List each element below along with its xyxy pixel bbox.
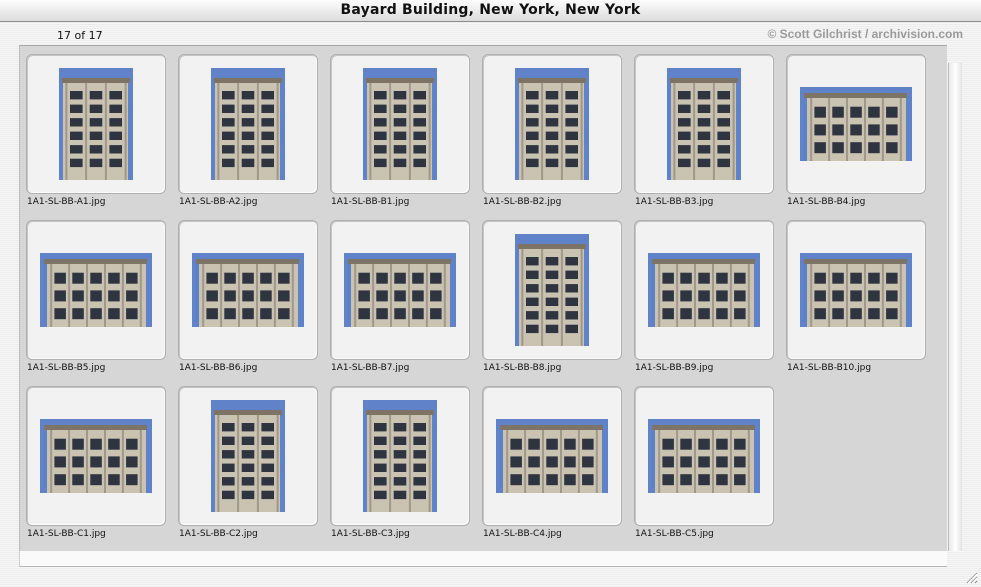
slide-frame[interactable] [178,386,318,526]
thumbnail-item[interactable]: 1A1-SL-BB-B2.jpg [482,54,622,220]
thumbnail-image[interactable] [667,68,741,180]
image-count: 17 of 17 [57,29,103,42]
slide-frame[interactable] [330,386,470,526]
copyright-credit: © Scott Gilchrist / archivision.com [767,27,963,41]
window-title: Bayard Building, New York, New York [340,2,641,18]
slide-frame[interactable] [178,220,318,360]
slide-frame[interactable] [330,54,470,194]
thumbnail-item[interactable]: 1A1-SL-BB-A1.jpg [26,54,166,220]
vertical-scrollbar[interactable] [948,63,962,551]
thumbnail-image[interactable] [192,253,304,327]
thumbnail-item[interactable]: 1A1-SL-BB-C5.jpg [634,386,774,552]
slide-frame[interactable] [786,220,926,360]
thumbnail-filename: 1A1-SL-BB-A2.jpg [179,197,258,207]
thumbnail-item[interactable]: 1A1-SL-BB-B10.jpg [786,220,926,386]
thumbnail-image[interactable] [515,68,589,180]
thumbnail-grid: 1A1-SL-BB-A1.jpg 1A1-SL-BB-A2.jpg 1A1-SL-B… [26,54,926,552]
thumbnail-item[interactable]: 1A1-SL-BB-C2.jpg [178,386,318,552]
slide-frame[interactable] [26,386,166,526]
thumbnail-item[interactable]: 1A1-SL-BB-B1.jpg [330,54,470,220]
thumbnail-filename: 1A1-SL-BB-A1.jpg [27,197,106,207]
slide-frame[interactable] [26,220,166,360]
thumbnail-item[interactable]: 1A1-SL-BB-B8.jpg [482,220,622,386]
thumbnail-filename: 1A1-SL-BB-B5.jpg [27,363,106,373]
thumbnail-image[interactable] [648,253,760,327]
thumbnail-image[interactable] [40,419,152,493]
thumbnail-item[interactable]: 1A1-SL-BB-B4.jpg [786,54,926,220]
thumbnail-item[interactable]: 1A1-SL-BB-C3.jpg [330,386,470,552]
thumbnail-filename: 1A1-SL-BB-C3.jpg [331,529,410,539]
thumbnail-filename: 1A1-SL-BB-B10.jpg [787,363,872,373]
thumbnail-item[interactable]: 1A1-SL-BB-C4.jpg [482,386,622,552]
window-title-bar[interactable]: Bayard Building, New York, New York [0,0,981,22]
resize-grip-icon[interactable] [964,570,978,584]
thumbnail-image[interactable] [648,419,760,493]
thumbnail-image[interactable] [515,234,589,346]
slide-frame[interactable] [482,220,622,360]
slide-frame[interactable] [482,54,622,194]
thumbnail-panel: 1A1-SL-BB-A1.jpg 1A1-SL-BB-A2.jpg 1A1-SL-B… [19,45,947,551]
slide-frame[interactable] [26,54,166,194]
thumbnail-filename: 1A1-SL-BB-B9.jpg [635,363,714,373]
thumbnail-filename: 1A1-SL-BB-C4.jpg [483,529,562,539]
thumbnail-filename: 1A1-SL-BB-C1.jpg [27,529,106,539]
slide-frame[interactable] [482,386,622,526]
thumbnail-filename: 1A1-SL-BB-B4.jpg [787,197,866,207]
thumbnail-filename: 1A1-SL-BB-B7.jpg [331,363,410,373]
slide-frame[interactable] [178,54,318,194]
status-footer [19,551,947,567]
slide-frame[interactable] [634,220,774,360]
thumbnail-image[interactable] [800,87,912,161]
thumbnail-item[interactable]: 1A1-SL-BB-B3.jpg [634,54,774,220]
thumbnail-image[interactable] [496,419,608,493]
slide-frame[interactable] [634,386,774,526]
thumbnail-filename: 1A1-SL-BB-C5.jpg [635,529,714,539]
thumbnail-filename: 1A1-SL-BB-B8.jpg [483,363,562,373]
thumbnail-item[interactable]: 1A1-SL-BB-B6.jpg [178,220,318,386]
thumbnail-item[interactable]: 1A1-SL-BB-C1.jpg [26,386,166,552]
thumbnail-image[interactable] [363,400,437,512]
thumbnail-filename: 1A1-SL-BB-B3.jpg [635,197,714,207]
thumbnail-image[interactable] [211,400,285,512]
thumbnail-image[interactable] [40,253,152,327]
slide-frame[interactable] [330,220,470,360]
thumbnail-item[interactable]: 1A1-SL-BB-B9.jpg [634,220,774,386]
thumbnail-image[interactable] [800,253,912,327]
slide-frame[interactable] [786,54,926,194]
thumbnail-item[interactable]: 1A1-SL-BB-A2.jpg [178,54,318,220]
thumbnail-item[interactable]: 1A1-SL-BB-B5.jpg [26,220,166,386]
thumbnail-filename: 1A1-SL-BB-B1.jpg [331,197,410,207]
thumbnail-image[interactable] [363,68,437,180]
thumbnail-filename: 1A1-SL-BB-C2.jpg [179,529,258,539]
thumbnail-image[interactable] [211,68,285,180]
thumbnail-filename: 1A1-SL-BB-B6.jpg [179,363,258,373]
thumbnail-filename: 1A1-SL-BB-B2.jpg [483,197,562,207]
thumbnail-image[interactable] [59,68,133,180]
thumbnail-image[interactable] [344,253,456,327]
thumbnail-item[interactable]: 1A1-SL-BB-B7.jpg [330,220,470,386]
slide-frame[interactable] [634,54,774,194]
